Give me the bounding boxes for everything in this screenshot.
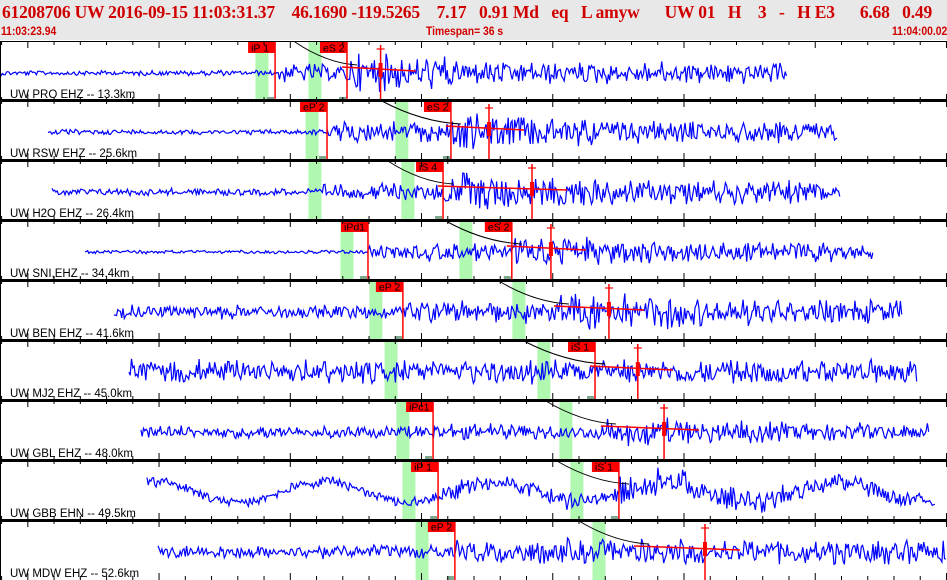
waveform bbox=[0, 53, 788, 92]
pick-label[interactable]: eS 2 bbox=[323, 43, 345, 55]
station-label: UW H2O EHZ -- 26.4km bbox=[10, 208, 134, 220]
pick-label[interactable]: iP 1 bbox=[251, 43, 269, 55]
trace-panel[interactable]: iP 1 iS 1 UW GBB EHN -- 49.5km bbox=[0, 459, 947, 520]
pick-label[interactable]: iS 1 bbox=[571, 342, 589, 354]
pick-label[interactable]: eP 2 bbox=[303, 102, 325, 114]
amplitude-bar bbox=[606, 302, 611, 316]
waveform bbox=[85, 236, 874, 266]
pick-label[interactable]: eP 2 bbox=[379, 282, 401, 294]
station-label: UW BEN EHZ -- 41.6km bbox=[10, 328, 134, 340]
trace-panel[interactable]: iPd1 eS 2 UW SNI,EHZ -- 34.4km bbox=[0, 219, 947, 280]
pick-label[interactable]: eS 2 bbox=[427, 102, 449, 114]
pick-label[interactable]: iS 1 bbox=[595, 462, 613, 474]
pick-label[interactable]: iPd1 bbox=[344, 222, 365, 234]
pick-label[interactable]: iP 1 bbox=[414, 462, 432, 474]
pick-label[interactable]: eS 2 bbox=[488, 222, 510, 234]
trace-panel[interactable]: iP 1 eS 2UW PRO EHZ -- 13.3km bbox=[0, 41, 947, 101]
amplitude-bar bbox=[703, 542, 708, 556]
waveform bbox=[146, 467, 935, 513]
seismogram-panels[interactable]: iP 1 eS 2UW PRO EHZ -- 13.3kmeP 2 eS 2UW R… bbox=[0, 40, 947, 580]
station-label: UW RSW EHZ -- 25.6km bbox=[10, 148, 137, 160]
event-summary: 61208706 UW 2016-09-15 11:03:31.37 46.16… bbox=[2, 2, 932, 22]
amplitude-bar bbox=[548, 242, 553, 256]
waveform bbox=[47, 113, 838, 150]
end-time: 11:04:00.02 bbox=[891, 26, 947, 38]
amplitude-line bbox=[600, 425, 700, 431]
timespan: Timespan= 36 s bbox=[426, 26, 504, 38]
pick-label[interactable]: iPc1 bbox=[409, 402, 430, 414]
pick-label[interactable]: eP 2 bbox=[431, 522, 453, 534]
waveform bbox=[157, 536, 947, 566]
travel-time-curve bbox=[498, 280, 569, 305]
waveform bbox=[113, 293, 903, 330]
phase-window bbox=[570, 461, 584, 520]
amplitude-bar bbox=[662, 422, 667, 436]
amplitude-bar bbox=[486, 122, 491, 136]
trace-panel[interactable]: iS 4UW H2O EHZ -- 26.4km bbox=[0, 159, 947, 220]
trace-panel[interactable]: iPc1 UW GBL EHZ -- 48.0km bbox=[0, 399, 947, 460]
waveform bbox=[51, 172, 841, 210]
waveform bbox=[140, 417, 930, 447]
trace-panel[interactable]: eP 2 UW MDW EHZ -- 52.6km bbox=[0, 519, 947, 580]
station-label: UW MDW EHZ -- 52.6km bbox=[10, 568, 139, 580]
station-label: UW GBL EHZ -- 48.0km bbox=[10, 448, 133, 460]
station-label: UW SNI,EHZ -- 34.4km bbox=[10, 268, 129, 280]
amplitude-bar bbox=[378, 63, 383, 77]
station-label: UW MJ2 EHZ -- 45.0km bbox=[10, 388, 132, 400]
amplitude-line bbox=[553, 305, 644, 311]
event-header: 61208706 UW 2016-09-15 11:03:31.37 46.16… bbox=[0, 0, 947, 40]
amplitude-bar bbox=[530, 182, 535, 196]
amplitude-bar bbox=[635, 362, 640, 376]
trace-panel[interactable]: eP 2 UW BEN EHZ -- 41.6km bbox=[0, 279, 947, 340]
waveform bbox=[128, 356, 918, 386]
station-label: UW GBB EHN -- 49.5km bbox=[10, 508, 136, 520]
travel-time-curve bbox=[545, 400, 616, 425]
travel-time-curve bbox=[578, 520, 649, 545]
trace-panel[interactable]: iS 1 UW MJ2 EHZ -- 45.0km bbox=[0, 339, 947, 400]
start-time: 11:03:23.94 bbox=[1, 26, 57, 38]
trace-panel[interactable]: eP 2 eS 2 UW RSW EHZ -- 25.6km bbox=[0, 99, 947, 160]
